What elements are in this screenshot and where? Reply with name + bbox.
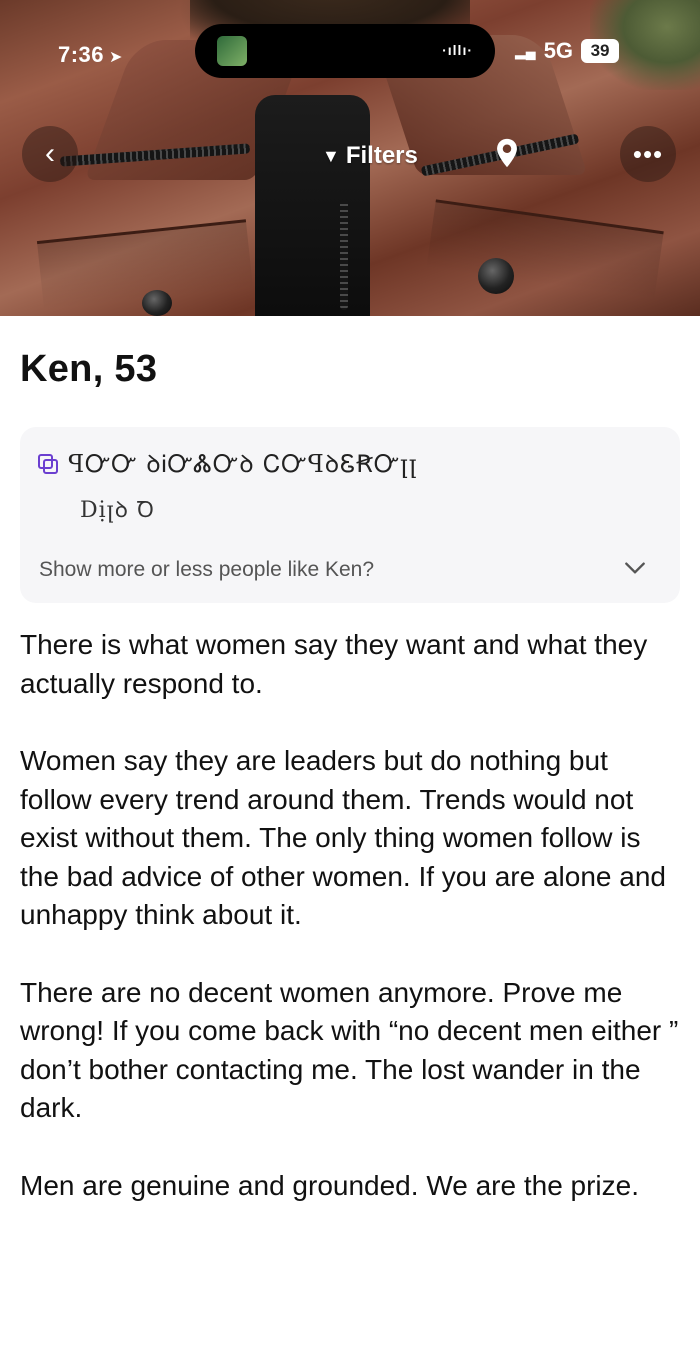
prompt-card: ꟼᏅᏅ ꝺᎥᏅᏜᏅꝺ ᏟᏅꟼꝺᏋꞦᏅꞁꞁ Dịꞁꝺ Ꝺ Show more or… [20,427,680,603]
photo-pocket-right [426,199,664,301]
photo-shirt [255,95,370,316]
profile-bio: There is what women say they want and wh… [20,626,685,1244]
status-indicators: ▂▄ 5G 39 [515,38,620,64]
back-button[interactable]: ‹ [22,126,78,182]
photo-snap-button [142,290,172,316]
bio-paragraph: Men are genuine and grounded. We are the… [20,1169,640,1201]
network-type: 5G [543,38,574,63]
bio-paragraph: There are no decent women anymore. Prove… [20,976,679,1124]
bio-paragraph: There is what women say they want and wh… [20,629,648,699]
chevron-left-icon: ‹ [45,137,55,170]
prompt-subtext: Dịꞁꝺ Ꝺ [80,498,155,523]
prompt-text: ꟼᏅᏅ ꝺᎥᏅᏜᏅꝺ ᏟᏅꟼꝺᏋꞦᏅꞁꞁ [68,450,418,478]
chevron-down-icon[interactable] [622,555,648,581]
filters-button[interactable]: ▼ Filters [322,142,418,170]
location-pin-icon[interactable] [490,136,524,170]
bio-paragraph: Women say they are leaders but do nothin… [20,745,666,930]
prompt-line: ꟼᏅᏅ ꝺᎥᏅᏜᏅꝺ ᏟᏅꟼꝺᏋꞦᏅꞁꞁ [36,447,418,480]
profile-name-age: Ken, 53 [20,348,158,390]
show-more-less-link[interactable]: Show more or less people like Ken? [39,558,374,582]
photo-center-zipper [340,200,348,310]
status-time: 7:36 ➤ [58,42,123,67]
profile-photo[interactable]: 7:36 ➤ ·ıllı· ▂▄ 5G 39 ‹ ▼ Filters ••• [0,0,700,316]
more-options-button[interactable]: ••• [620,126,676,182]
more-dots-icon: ••• [632,138,664,169]
dynamic-island: ·ıllı· [195,24,495,78]
photo-snap-button [478,258,514,294]
filters-label: Filters [345,142,418,169]
signal-icon: ▂▄ [515,42,536,59]
filter-funnel-icon: ▼ [322,145,340,166]
location-arrow-icon: ➤ [104,49,123,66]
battery-icon: 39 [581,39,620,63]
prompt-icon [38,453,58,474]
now-playing-thumbnail [217,36,247,66]
audio-wave-icon: ·ıllı· [442,42,473,58]
